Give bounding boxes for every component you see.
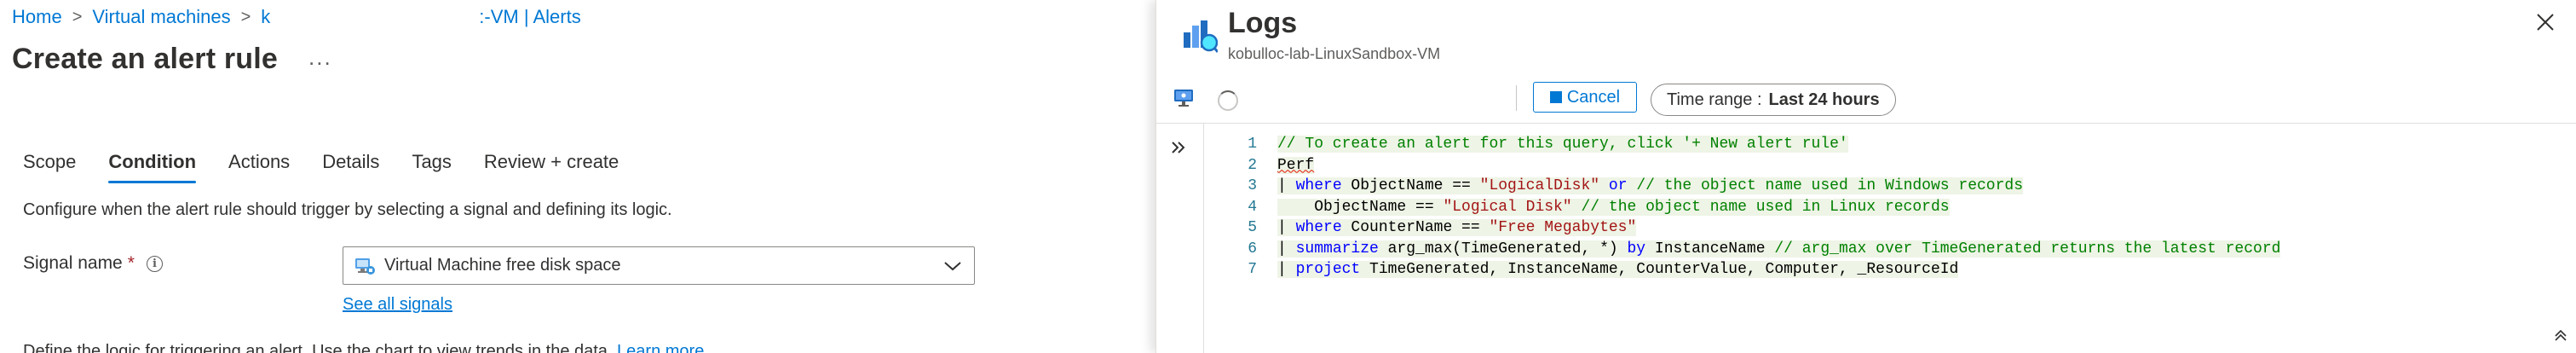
code-token: // the object name used in Linux records bbox=[1581, 198, 1950, 216]
code-token: CounterName == bbox=[1341, 219, 1490, 236]
tab-tags[interactable]: Tags bbox=[412, 148, 451, 183]
time-range-picker[interactable]: Time range : Last 24 hours bbox=[1651, 84, 1896, 116]
page-title: Create an alert rule bbox=[12, 43, 279, 75]
code-token: | bbox=[1277, 261, 1296, 278]
query-editor-area: 1 // To create an alert for this query, c… bbox=[1156, 123, 2576, 353]
code-token: "LogicalDisk" bbox=[1479, 177, 1600, 194]
alert-rule-blade: Home > Virtual machines > k :-VM | Alert… bbox=[0, 0, 1155, 353]
line-number: 7 bbox=[1248, 261, 1257, 278]
breadcrumb-vm[interactable]: k bbox=[261, 6, 270, 28]
code-token: | bbox=[1277, 240, 1296, 258]
line-number: 3 bbox=[1248, 177, 1257, 194]
line-number: 5 bbox=[1248, 219, 1257, 236]
logs-chart-icon bbox=[1180, 19, 1219, 57]
breadcrumb-alerts[interactable]: :-VM | Alerts bbox=[479, 6, 580, 28]
code-token: "Free Megabytes" bbox=[1489, 219, 1637, 236]
code-line[interactable]: 5 | where CounterName == "Free Megabytes" bbox=[1204, 219, 2576, 240]
code-token: "Logical Disk" bbox=[1443, 198, 1572, 216]
cancel-query-button[interactable]: Cancel bbox=[1533, 82, 1637, 113]
condition-description: Configure when the alert rule should tri… bbox=[23, 200, 672, 219]
code-text: ObjectName == "Logical Disk" // the obje… bbox=[1277, 198, 1950, 216]
code-line[interactable]: 2 Perf bbox=[1204, 156, 2576, 177]
code-token: InstanceName bbox=[1645, 240, 1775, 258]
tab-scope[interactable]: Scope bbox=[23, 148, 76, 183]
line-number: 6 bbox=[1248, 240, 1257, 258]
code-token: // the object name used in Windows recor… bbox=[1636, 177, 2024, 194]
logs-title: Logs bbox=[1228, 7, 1298, 39]
signal-name-text: Signal name bbox=[23, 253, 123, 273]
toolbar-divider bbox=[1516, 85, 1517, 111]
signal-name-value: Virtual Machine free disk space bbox=[384, 256, 621, 275]
time-range-label: Time range : bbox=[1667, 90, 1762, 109]
required-mark: * bbox=[127, 253, 135, 273]
tab-condition[interactable]: Condition bbox=[108, 148, 196, 183]
breadcrumb: Home > Virtual machines > k :-VM | Alert… bbox=[12, 6, 581, 28]
side-rail bbox=[1156, 124, 1204, 353]
logs-panel: Logs kobulloc-lab-LinuxSandbox-VM Cancel… bbox=[1155, 0, 2576, 353]
see-all-signals-link[interactable]: See all signals bbox=[343, 295, 452, 315]
code-text: | summarize arg_max(TimeGenerated, *) by… bbox=[1277, 240, 2281, 258]
code-text: | where ObjectName == "LogicalDisk" or /… bbox=[1277, 177, 2024, 194]
code-token: Perf bbox=[1277, 156, 1315, 174]
tab-actions[interactable]: Actions bbox=[228, 148, 290, 183]
code-token: project bbox=[1295, 261, 1361, 278]
chevron-double-right-icon[interactable] bbox=[1170, 139, 1187, 161]
tab-review-create[interactable]: Review + create bbox=[484, 148, 619, 183]
code-token: TimeGenerated, InstanceName, CounterValu… bbox=[1360, 261, 1959, 278]
logs-toolbar: Cancel Time range : Last 24 hours bbox=[1156, 78, 2576, 123]
code-line[interactable]: 1 // To create an alert for this query, c… bbox=[1204, 136, 2576, 156]
code-token: // arg_max over TimeGenerated returns th… bbox=[1774, 240, 2281, 258]
code-token: | bbox=[1277, 177, 1296, 194]
code-line[interactable]: 4 ObjectName == "Logical Disk" // the ob… bbox=[1204, 198, 2576, 219]
code-token: where bbox=[1295, 177, 1342, 194]
code-line[interactable]: 6 | summarize arg_max(TimeGenerated, *) b… bbox=[1204, 240, 2576, 261]
code-line[interactable]: 3 | where ObjectName == "LogicalDisk" or … bbox=[1204, 177, 2576, 198]
cancel-label: Cancel bbox=[1566, 87, 1621, 107]
time-range-value: Last 24 hours bbox=[1768, 90, 1880, 109]
scroll-up-icon[interactable] bbox=[2554, 328, 2567, 346]
close-icon[interactable] bbox=[2535, 10, 2556, 39]
code-token: where bbox=[1295, 219, 1342, 236]
code-token: ObjectName == bbox=[1277, 198, 1444, 216]
tab-details[interactable]: Details bbox=[322, 148, 379, 183]
logs-subtitle: kobulloc-lab-LinuxSandbox-VM bbox=[1228, 45, 1441, 62]
signal-name-label: Signal name * i bbox=[23, 253, 163, 274]
breadcrumb-virtual-machines[interactable]: Virtual machines bbox=[92, 6, 230, 28]
code-token: arg_max(TimeGenerated, *) bbox=[1378, 240, 1628, 258]
code-text: Perf bbox=[1277, 156, 1315, 174]
info-icon[interactable]: i bbox=[146, 255, 163, 272]
virtual-machine-icon bbox=[354, 256, 376, 276]
code-token: // To create an alert for this query, cl… bbox=[1277, 136, 1848, 153]
code-token: by bbox=[1627, 240, 1646, 258]
query-editor[interactable]: 1 // To create an alert for this query, c… bbox=[1204, 124, 2576, 353]
line-number: 2 bbox=[1248, 156, 1257, 174]
wizard-tabs: Scope Condition Actions Details Tags Rev… bbox=[23, 148, 651, 183]
breadcrumb-separator: > bbox=[72, 7, 83, 26]
chevron-down-icon bbox=[943, 258, 962, 280]
learn-more-link[interactable]: Learn more bbox=[617, 342, 704, 353]
stop-icon bbox=[1549, 91, 1562, 103]
monitor-icon[interactable] bbox=[1172, 87, 1197, 113]
code-line[interactable]: 7 | project TimeGenerated, InstanceName, … bbox=[1204, 261, 2576, 281]
code-token: ObjectName == bbox=[1341, 177, 1480, 194]
breadcrumb-home[interactable]: Home bbox=[12, 6, 62, 28]
code-text: | project TimeGenerated, InstanceName, C… bbox=[1277, 261, 1959, 278]
code-text: // To create an alert for this query, cl… bbox=[1277, 136, 1848, 153]
condition-logic-description: Define the logic for triggering an alert… bbox=[23, 342, 613, 353]
loading-spinner-icon bbox=[1218, 90, 1238, 111]
signal-name-dropdown[interactable]: Virtual Machine free disk space bbox=[343, 246, 975, 285]
more-options-button[interactable]: ... bbox=[308, 44, 332, 71]
code-text: | where CounterName == "Free Megabytes" bbox=[1277, 219, 1637, 236]
line-number: 4 bbox=[1248, 198, 1257, 216]
breadcrumb-separator: > bbox=[240, 7, 251, 26]
code-token: or bbox=[1608, 177, 1628, 194]
code-token: summarize bbox=[1295, 240, 1379, 258]
code-token: | bbox=[1277, 219, 1296, 236]
line-number: 1 bbox=[1248, 136, 1257, 153]
condition-logic-text: Define the logic for triggering an alert… bbox=[23, 342, 704, 353]
